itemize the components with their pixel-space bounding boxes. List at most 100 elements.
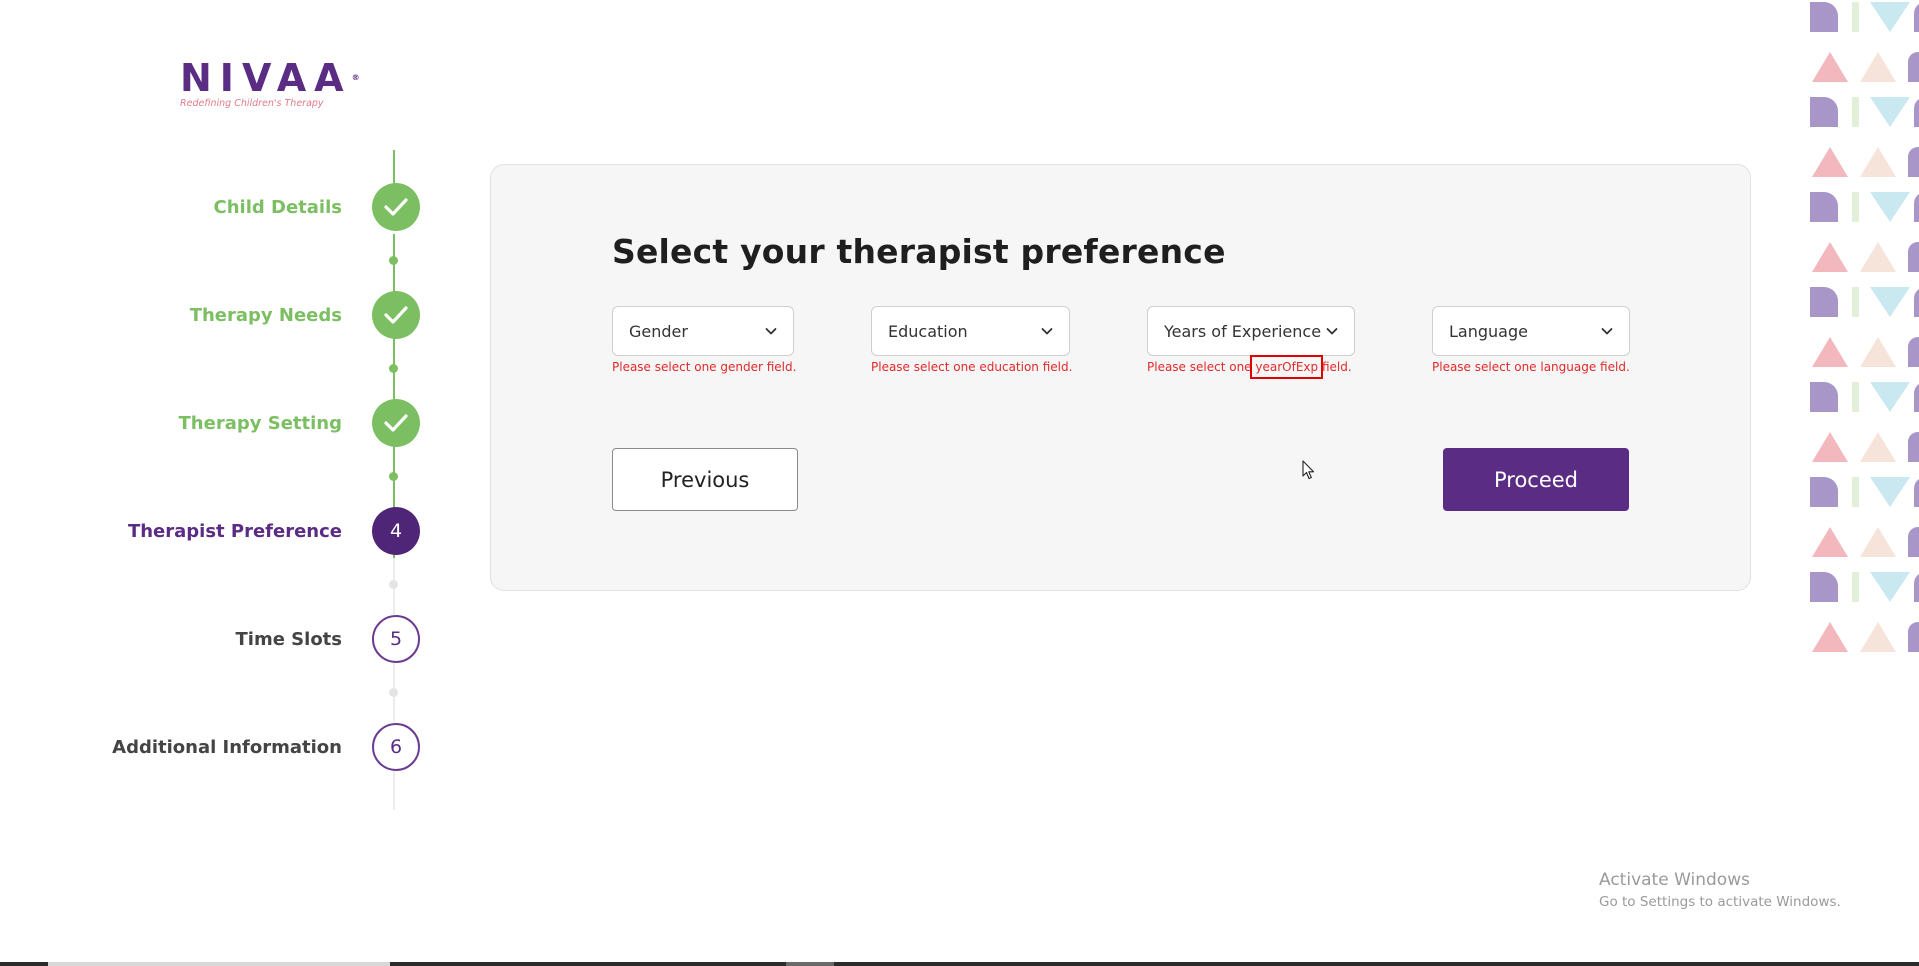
highlighted-field-key: yearOfExp [1250, 355, 1324, 379]
pattern-shape [1913, 574, 1919, 602]
step-label: Therapy Needs [189, 304, 342, 326]
pattern-shape [1913, 384, 1919, 412]
pattern-shape [1812, 147, 1848, 177]
pattern-shape [1913, 289, 1919, 317]
mouse-cursor-icon [1302, 460, 1315, 480]
step-label: Therapist Preference [127, 520, 342, 542]
proceed-button[interactable]: Proceed [1443, 448, 1629, 511]
page: NIVAA® Redefining Children's Therapy Chi… [0, 0, 1919, 966]
pattern-shape [1812, 527, 1848, 557]
chevron-down-icon [1041, 328, 1053, 335]
pattern-shape [1810, 382, 1838, 412]
language-error: Please select one language field. [1432, 360, 1630, 374]
watermark-title: Activate Windows [1599, 870, 1750, 890]
stepper-dot [389, 472, 398, 481]
step-therapy-setting[interactable]: Therapy Setting [0, 398, 420, 448]
pattern-shape [1860, 527, 1896, 557]
preference-form-card: Select your therapist preference Gender … [490, 164, 1751, 591]
step-label: Therapy Setting [178, 412, 342, 434]
pattern-shape [1852, 97, 1859, 127]
stepper-dot [389, 688, 398, 697]
decorative-pattern [1810, 2, 1919, 652]
pattern-shape [1870, 97, 1910, 127]
pattern-shape [1860, 337, 1896, 367]
check-icon [372, 183, 420, 231]
education-error: Please select one education field. [871, 360, 1073, 374]
pattern-shape [1860, 52, 1896, 82]
step-label: Additional Information [112, 736, 342, 758]
pattern-shape [1907, 241, 1919, 272]
pattern-shape [1907, 51, 1919, 82]
pattern-shape [1870, 477, 1910, 507]
experience-select[interactable]: Years of Experience [1147, 306, 1355, 356]
stepper-line [393, 558, 395, 810]
watermark-subtitle: Go to Settings to activate Windows. [1599, 894, 1841, 910]
chevron-down-icon [765, 328, 777, 335]
select-value: Language [1449, 321, 1528, 341]
step-additional-information[interactable]: Additional Information 6 [0, 722, 420, 772]
pattern-shape [1810, 97, 1838, 127]
brand-tagline: Redefining Children's Therapy [180, 98, 324, 109]
gender-error: Please select one gender field. [612, 360, 797, 374]
pattern-shape [1852, 2, 1859, 32]
stepper-dot [389, 580, 398, 589]
pattern-shape [1852, 382, 1859, 412]
brand-logo[interactable]: NIVAA® Redefining Children's Therapy [180, 56, 360, 109]
step-child-details[interactable]: Child Details [0, 182, 420, 232]
pattern-shape [1907, 621, 1919, 652]
pattern-shape [1812, 337, 1848, 367]
pattern-shape [1913, 194, 1919, 222]
pattern-shape [1810, 477, 1838, 507]
pattern-shape [1812, 242, 1848, 272]
language-select[interactable]: Language [1432, 306, 1630, 356]
pattern-shape [1907, 146, 1919, 177]
gender-select[interactable]: Gender [612, 306, 794, 356]
pattern-shape [1913, 479, 1919, 507]
progress-stepper: Child Details Therapy Needs Therapy Sett… [0, 150, 430, 810]
select-value: Gender [629, 321, 688, 341]
taskbar-segment [786, 962, 834, 966]
check-icon [372, 399, 420, 447]
pattern-shape [1913, 4, 1919, 32]
pattern-shape [1860, 242, 1896, 272]
pattern-shape [1860, 432, 1896, 462]
stepper-line [393, 150, 395, 184]
select-value: Years of Experience [1164, 321, 1322, 341]
pattern-shape [1812, 622, 1848, 652]
pattern-shape [1860, 622, 1896, 652]
pattern-shape [1852, 287, 1859, 317]
pattern-shape [1810, 2, 1838, 32]
pattern-shape [1907, 526, 1919, 557]
experience-error: Please select one yearOfExp field. [1147, 355, 1352, 379]
form-title: Select your therapist preference [612, 232, 1226, 271]
pattern-shape [1860, 147, 1896, 177]
education-select[interactable]: Education [871, 306, 1070, 356]
chevron-down-icon [1326, 328, 1338, 335]
chevron-down-icon [1601, 328, 1613, 335]
stepper-dot [389, 364, 398, 373]
previous-button[interactable]: Previous [612, 448, 798, 511]
pattern-shape [1870, 2, 1910, 32]
check-icon [372, 291, 420, 339]
activate-windows-watermark: Activate Windows Go to Settings to activ… [1599, 870, 1841, 910]
step-label: Child Details [213, 196, 342, 218]
pattern-shape [1812, 52, 1848, 82]
step-time-slots[interactable]: Time Slots 5 [0, 614, 420, 664]
step-number: 5 [372, 615, 420, 663]
step-label: Time Slots [235, 628, 343, 650]
pattern-shape [1870, 572, 1910, 602]
pattern-shape [1870, 382, 1910, 412]
pattern-shape [1907, 336, 1919, 367]
pattern-shape [1812, 432, 1848, 462]
pattern-shape [1810, 192, 1838, 222]
step-therapist-preference[interactable]: Therapist Preference 4 [0, 506, 420, 556]
brand-name: NIVAA® [180, 56, 360, 100]
step-number: 6 [372, 723, 420, 771]
step-number: 4 [372, 507, 420, 555]
stepper-dot [389, 256, 398, 265]
step-therapy-needs[interactable]: Therapy Needs [0, 290, 420, 340]
pattern-shape [1870, 192, 1910, 222]
pattern-shape [1810, 572, 1838, 602]
pattern-shape [1810, 287, 1838, 317]
pattern-shape [1907, 431, 1919, 462]
